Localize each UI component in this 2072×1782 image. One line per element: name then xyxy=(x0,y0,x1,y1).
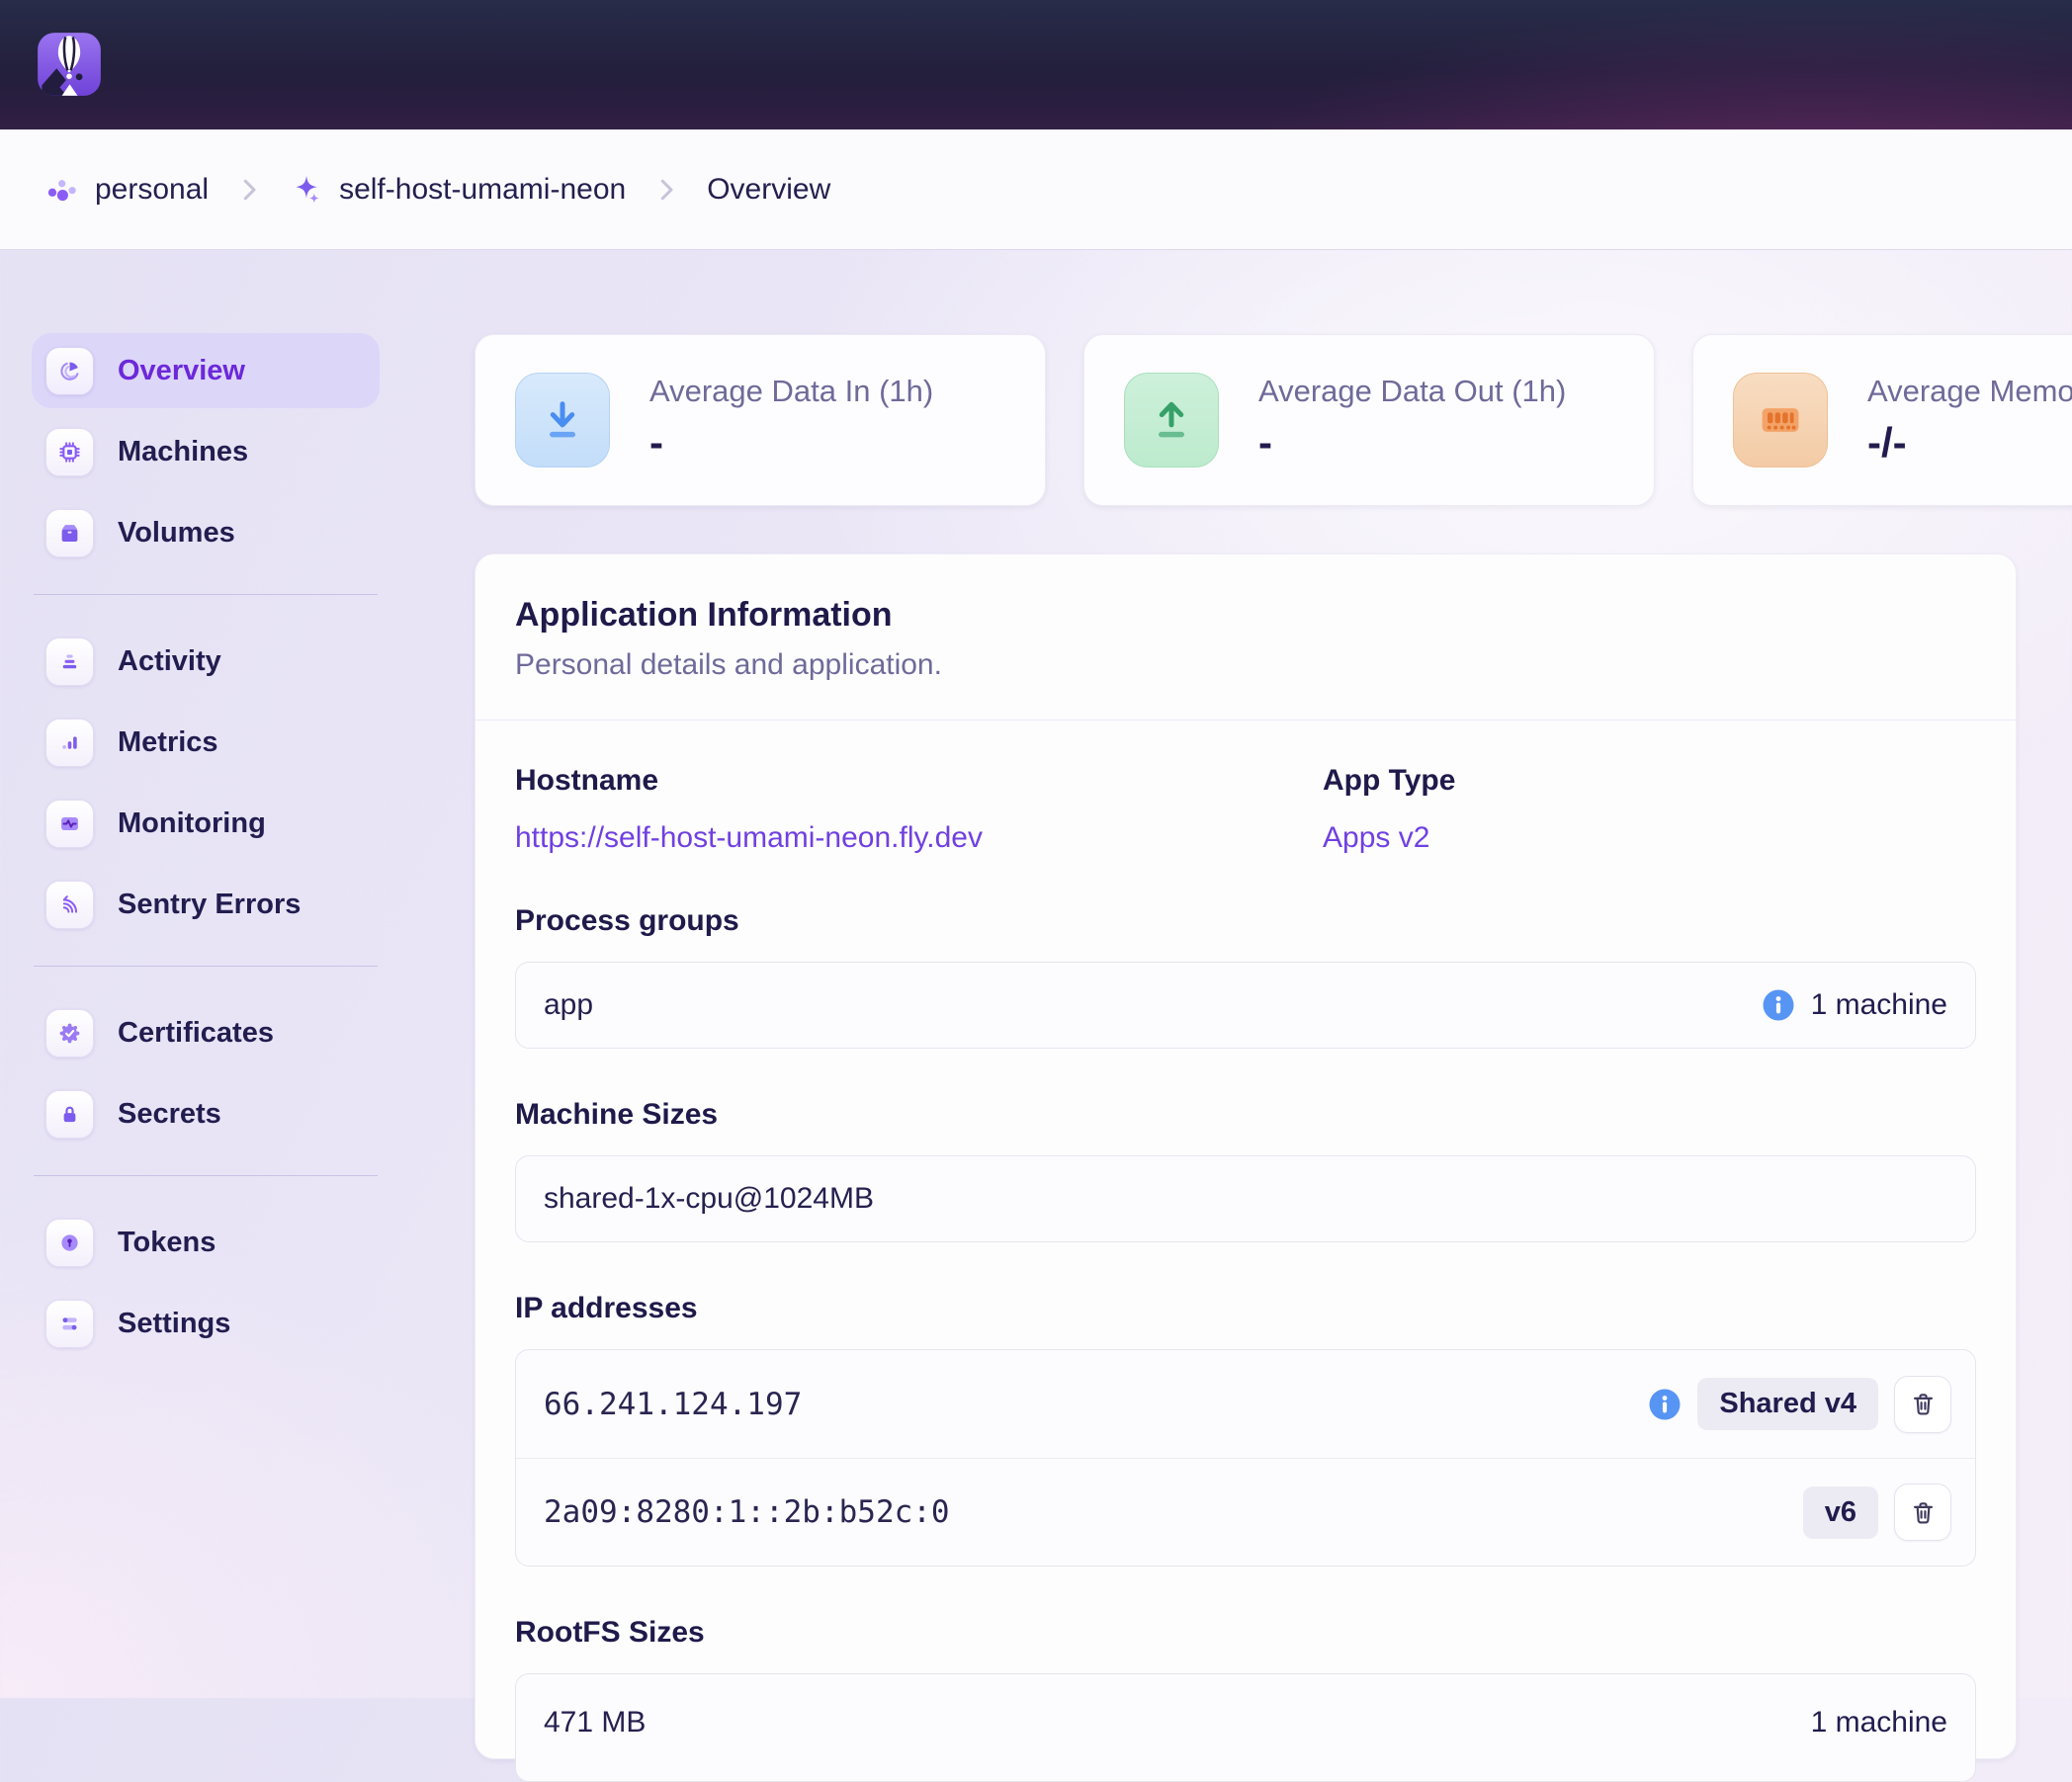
panel-subtitle: Personal details and application. xyxy=(515,648,1976,682)
sidebar: Overview Machines Volum xyxy=(32,333,380,1367)
sparkle-icon xyxy=(290,173,323,207)
breadcrumb-label: Overview xyxy=(707,173,830,207)
machine-size-value: shared-1x-cpu@1024MB xyxy=(544,1182,874,1216)
sidebar-item-overview[interactable]: Overview xyxy=(32,333,380,408)
ip-row-v6: 2a09:8280:1::2b:b52c:0 v6 xyxy=(516,1458,1975,1566)
panel-title: Application Information xyxy=(515,596,1976,635)
sidebar-item-activity[interactable]: Activity xyxy=(32,624,380,699)
sidebar-item-label: Metrics xyxy=(118,726,218,759)
stack-icon xyxy=(45,637,94,686)
upload-icon xyxy=(1124,373,1219,467)
sidebar-item-label: Monitoring xyxy=(118,807,266,840)
rootfs-size-value: 471 MB xyxy=(544,1706,646,1740)
sentry-icon xyxy=(45,881,94,929)
breadcrumb-label: self-host-umami-neon xyxy=(339,173,626,207)
sidebar-item-secrets[interactable]: Secrets xyxy=(32,1076,380,1151)
sidebar-item-tokens[interactable]: Tokens xyxy=(32,1205,380,1280)
stat-value: - xyxy=(1258,419,1566,467)
process-group-row: app 1 machine xyxy=(515,962,1976,1049)
stat-cards-row: Average Data In (1h) - Average Data Out … xyxy=(475,334,2072,506)
machine-sizes-label: Machine Sizes xyxy=(515,1098,1976,1132)
sliders-icon xyxy=(45,1300,94,1348)
info-icon[interactable] xyxy=(1762,988,1795,1022)
stat-title: Average Memory xyxy=(1867,374,2072,409)
chevron-right-icon xyxy=(234,175,264,205)
sidebar-item-label: Sentry Errors xyxy=(118,889,301,921)
sidebar-item-label: Tokens xyxy=(118,1227,216,1259)
sidebar-item-label: Secrets xyxy=(118,1098,221,1131)
app-type-link[interactable]: Apps v2 xyxy=(1323,821,1455,855)
stat-title: Average Data In (1h) xyxy=(649,374,933,409)
ip-addresses-list: 66.241.124.197 Shared v4 xyxy=(515,1349,1976,1567)
stat-card-data-out: Average Data Out (1h) - xyxy=(1083,334,1655,506)
machine-size-row: shared-1x-cpu@1024MB xyxy=(515,1155,1976,1242)
breadcrumb: personal self-host-umami-neon Overview xyxy=(0,129,2072,250)
lock-icon xyxy=(45,1090,94,1139)
sidebar-divider xyxy=(34,966,378,967)
pulse-icon xyxy=(45,800,94,848)
ip-version-badge: v6 xyxy=(1803,1486,1878,1539)
breadcrumb-label: personal xyxy=(95,173,209,207)
sidebar-item-label: Activity xyxy=(118,645,221,678)
sidebar-divider xyxy=(34,1175,378,1176)
panel-header: Application Information Personal details… xyxy=(475,554,2016,721)
sidebar-item-label: Settings xyxy=(118,1308,230,1340)
fly-logo-icon[interactable] xyxy=(36,31,103,98)
app-type-label: App Type xyxy=(1323,764,1455,798)
application-information-panel: Application Information Personal details… xyxy=(475,553,2017,1759)
sidebar-item-volumes[interactable]: Volumes xyxy=(32,495,380,570)
breadcrumb-item-app[interactable]: self-host-umami-neon xyxy=(290,173,626,207)
sidebar-item-label: Certificates xyxy=(118,1017,274,1050)
process-group-machine-count: 1 machine xyxy=(1811,988,1947,1022)
chevron-right-icon xyxy=(651,175,681,205)
stat-value: -/- xyxy=(1867,419,2072,467)
chip-icon xyxy=(45,428,94,476)
badge-check-icon xyxy=(45,1009,94,1058)
keyhole-icon xyxy=(45,1219,94,1267)
info-icon[interactable] xyxy=(1648,1388,1682,1421)
sidebar-item-label: Overview xyxy=(118,355,245,387)
sidebar-item-label: Volumes xyxy=(118,517,235,550)
ip-addresses-label: IP addresses xyxy=(515,1292,1976,1325)
package-icon xyxy=(45,509,94,557)
stat-card-memory: Average Memory -/- xyxy=(1692,334,2072,506)
ip-version-badge: Shared v4 xyxy=(1697,1378,1878,1430)
sidebar-item-sentry-errors[interactable]: Sentry Errors xyxy=(32,867,380,942)
sidebar-divider xyxy=(34,594,378,595)
stat-card-data-in: Average Data In (1h) - xyxy=(475,334,1046,506)
memory-icon xyxy=(1733,373,1828,467)
stat-title: Average Data Out (1h) xyxy=(1258,374,1566,409)
main-content: Average Data In (1h) - Average Data Out … xyxy=(475,334,2072,1759)
ip-address: 66.241.124.197 xyxy=(544,1387,802,1422)
trash-icon xyxy=(1910,1391,1937,1417)
rootfs-machine-count: 1 machine xyxy=(1811,1706,1947,1740)
top-header xyxy=(0,0,2072,129)
breadcrumb-item-overview[interactable]: Overview xyxy=(707,173,830,207)
sidebar-item-settings[interactable]: Settings xyxy=(32,1286,380,1361)
hostname-label: Hostname xyxy=(515,764,1323,798)
stat-value: - xyxy=(649,419,933,467)
rootfs-row: 471 MB 1 machine xyxy=(515,1673,1976,1782)
delete-ip-button[interactable] xyxy=(1894,1484,1951,1541)
bar-chart-icon xyxy=(45,719,94,767)
trash-icon xyxy=(1910,1499,1937,1526)
organization-dots-icon xyxy=(43,172,79,208)
process-group-name: app xyxy=(544,988,593,1022)
ip-row-v4: 66.241.124.197 Shared v4 xyxy=(516,1350,1975,1458)
pie-chart-icon xyxy=(45,347,94,395)
breadcrumb-item-personal[interactable]: personal xyxy=(43,172,209,208)
ip-address: 2a09:8280:1::2b:b52c:0 xyxy=(544,1494,950,1530)
download-icon xyxy=(515,373,610,467)
hostname-link[interactable]: https://self-host-umami-neon.fly.dev xyxy=(515,821,1323,855)
process-groups-label: Process groups xyxy=(515,904,1976,938)
sidebar-item-label: Machines xyxy=(118,436,248,468)
sidebar-item-machines[interactable]: Machines xyxy=(32,414,380,489)
rootfs-sizes-label: RootFS Sizes xyxy=(515,1616,1976,1650)
sidebar-item-monitoring[interactable]: Monitoring xyxy=(32,786,380,861)
sidebar-item-certificates[interactable]: Certificates xyxy=(32,995,380,1070)
sidebar-item-metrics[interactable]: Metrics xyxy=(32,705,380,780)
delete-ip-button[interactable] xyxy=(1894,1376,1951,1433)
